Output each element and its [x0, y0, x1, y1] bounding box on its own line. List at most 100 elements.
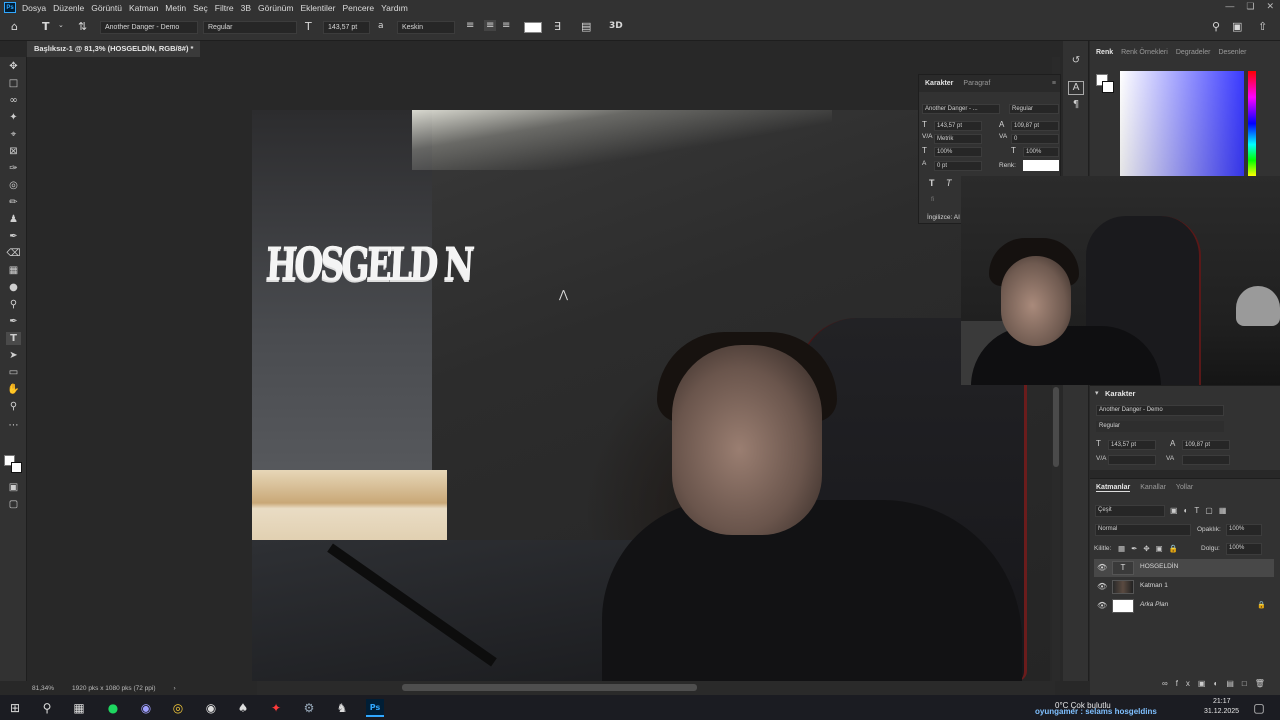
- paragraph-panel-icon[interactable]: ¶: [1068, 99, 1084, 113]
- menu-item-file[interactable]: Dosya: [22, 3, 46, 13]
- screen-mode-icon[interactable]: ▢: [6, 498, 21, 511]
- panel-menu-icon[interactable]: ≡: [1052, 80, 1056, 87]
- layer-row[interactable]: 👁 Katman 1: [1094, 578, 1274, 596]
- align-left-icon[interactable]: ≡: [466, 20, 474, 31]
- font-style-select[interactable]: Regular: [203, 21, 297, 34]
- tab-swatches[interactable]: Renk Örnekleri: [1121, 49, 1168, 56]
- discord-icon[interactable]: ◉: [137, 699, 155, 717]
- align-center-icon[interactable]: ≡: [484, 20, 497, 31]
- workspace-icon[interactable]: ▣: [1232, 20, 1242, 33]
- pen-tool-icon[interactable]: ✒: [6, 315, 21, 328]
- tab-paths[interactable]: Yollar: [1176, 484, 1193, 492]
- dodge-tool-icon[interactable]: ⚲: [6, 298, 21, 311]
- menu-item-window[interactable]: Pencere: [342, 3, 374, 13]
- menu-item-3d[interactable]: 3B: [241, 3, 251, 13]
- menu-item-edit[interactable]: Düzenle: [53, 3, 84, 13]
- photoshop-taskbar-icon[interactable]: Ps: [366, 699, 384, 717]
- app-icon[interactable]: ♠: [234, 699, 252, 717]
- props-size-field[interactable]: 143,57 pt: [1108, 440, 1156, 450]
- blend-mode-select[interactable]: Normal: [1095, 524, 1191, 536]
- minimize-icon[interactable]: —: [1225, 1, 1234, 12]
- char-font-style-select[interactable]: Regular: [1009, 104, 1059, 114]
- menu-item-type[interactable]: Metin: [165, 3, 186, 13]
- layer-filter-select[interactable]: Çeşit: [1095, 505, 1165, 517]
- visibility-eye-icon[interactable]: 👁: [1097, 582, 1107, 591]
- more-tools-icon[interactable]: ⋯: [6, 419, 21, 432]
- blur-tool-icon[interactable]: ●: [6, 281, 21, 294]
- gradient-tool-icon[interactable]: ▦: [6, 264, 21, 277]
- char-leading-field[interactable]: 109,87 pt: [1011, 121, 1059, 131]
- rectangle-tool-icon[interactable]: ▭: [6, 366, 21, 379]
- font-family-select[interactable]: Another Danger - Demo: [100, 21, 198, 34]
- props-font-family-select[interactable]: Another Danger - Demo: [1096, 405, 1224, 416]
- color-picker-field[interactable]: [1120, 71, 1244, 176]
- background-color-swatch[interactable]: [11, 462, 22, 473]
- tab-channels[interactable]: Kanallar: [1140, 484, 1166, 492]
- eraser-tool-icon[interactable]: ⌫: [6, 247, 21, 260]
- restore-icon[interactable]: ❏: [1246, 1, 1254, 12]
- tab-color[interactable]: Renk: [1096, 49, 1113, 56]
- zoom-tool-icon[interactable]: ⚲: [6, 400, 21, 413]
- layer-row[interactable]: 👁 Arka Plan 🔒: [1094, 597, 1274, 615]
- horizontal-scroll-thumb[interactable]: [402, 684, 697, 691]
- faux-italic-icon[interactable]: T: [946, 178, 952, 188]
- 3d-icon[interactable]: 3D: [609, 21, 623, 31]
- char-language[interactable]: İngilizce: AI: [927, 214, 960, 221]
- menu-item-select[interactable]: Seç: [193, 3, 208, 13]
- char-baseline-field[interactable]: 0 pt: [934, 161, 982, 171]
- canvas-text-layer[interactable]: HOSGELD N: [262, 237, 472, 337]
- lock-icons[interactable]: ▦✒✥▣🔒: [1118, 544, 1184, 553]
- opacity-field[interactable]: 100%: [1226, 524, 1262, 536]
- menu-item-plugins[interactable]: Eklentiler: [300, 3, 335, 13]
- fill-field[interactable]: 100%: [1226, 543, 1262, 555]
- visibility-eye-icon[interactable]: 👁: [1097, 601, 1107, 610]
- close-icon[interactable]: ✕: [1266, 1, 1274, 12]
- menu-item-help[interactable]: Yardım: [381, 3, 408, 13]
- chevron-down-icon[interactable]: ⌄: [58, 21, 64, 29]
- warp-text-icon[interactable]: ∃: [554, 20, 561, 33]
- type-tool-icon[interactable]: T: [42, 20, 50, 33]
- obs-icon[interactable]: ◉: [202, 699, 220, 717]
- task-view-icon[interactable]: ▦: [70, 699, 88, 717]
- hand-tool-icon[interactable]: ✋: [6, 383, 21, 396]
- menu-item-view[interactable]: Görünüm: [258, 3, 293, 13]
- path-select-tool-icon[interactable]: ➤: [6, 349, 21, 362]
- valorant-icon[interactable]: ✦: [267, 699, 285, 717]
- vertical-scroll-thumb[interactable]: [1053, 387, 1059, 467]
- steam-icon[interactable]: ⚙: [300, 699, 318, 717]
- char-vscale-field[interactable]: 100%: [934, 147, 982, 157]
- history-panel-icon[interactable]: ↺: [1068, 55, 1084, 69]
- quick-mask-icon[interactable]: ▣: [6, 481, 21, 494]
- clock-date[interactable]: 31.12.2025: [1204, 708, 1239, 715]
- tab-patterns[interactable]: Desenler: [1218, 49, 1246, 56]
- toggle-panels-icon[interactable]: ▤: [581, 20, 591, 33]
- share-icon[interactable]: ⇧: [1258, 20, 1267, 33]
- font-size-field[interactable]: 143,57 pt: [323, 21, 370, 34]
- char-font-family-select[interactable]: Another Danger - ...: [922, 104, 1000, 114]
- crop-tool-icon[interactable]: ⌖: [6, 128, 21, 141]
- hue-slider[interactable]: [1248, 71, 1256, 176]
- align-right-icon[interactable]: ≡: [502, 20, 510, 31]
- props-tracking-field[interactable]: [1182, 455, 1230, 465]
- color-bg-swatch[interactable]: [1102, 81, 1114, 93]
- frame-tool-icon[interactable]: ⊠: [6, 145, 21, 158]
- char-size-field[interactable]: 143,57 pt: [934, 121, 982, 131]
- clock-time[interactable]: 21:17: [1213, 698, 1231, 705]
- document-tab[interactable]: Başlıksız-1 @ 81,3% (HOSGELDİN, RGB/8#) …: [27, 41, 201, 57]
- chrome-icon[interactable]: ◎: [169, 699, 187, 717]
- eyedropper-tool-icon[interactable]: ✑: [6, 162, 21, 175]
- type-tool-icon[interactable]: T: [6, 332, 21, 345]
- layer-name[interactable]: Arka Plan: [1140, 601, 1168, 608]
- tab-character[interactable]: Karakter: [925, 80, 953, 87]
- game-icon[interactable]: ♞: [333, 699, 351, 717]
- character-panel-icon[interactable]: A: [1068, 81, 1084, 95]
- search-icon[interactable]: ⚲: [38, 699, 56, 717]
- stamp-tool-icon[interactable]: ♟: [6, 213, 21, 226]
- menu-item-image[interactable]: Görüntü: [91, 3, 122, 13]
- spotify-icon[interactable]: ●: [104, 699, 122, 717]
- layer-name[interactable]: HOSGELDİN: [1140, 563, 1178, 570]
- props-leading-field[interactable]: 109,87 pt: [1182, 440, 1230, 450]
- quick-select-tool-icon[interactable]: ✦: [6, 111, 21, 124]
- notification-icon[interactable]: ▢: [1250, 699, 1268, 717]
- collapse-icon[interactable]: ▾: [1095, 389, 1099, 397]
